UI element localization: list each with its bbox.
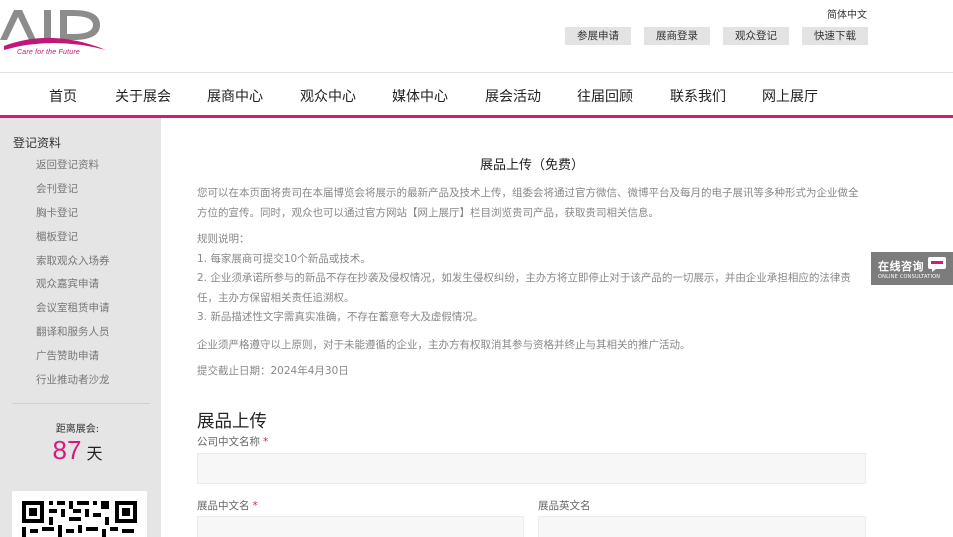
nav-item-home[interactable]: 首页 xyxy=(49,86,77,106)
required-mark: * xyxy=(252,500,258,512)
rule-item: 2. 企业须承诺所参与的新品不存在抄袭及侵权情况，如发生侵权纠纷，主办方将立即停… xyxy=(197,272,851,304)
exhibitor-login-button[interactable]: 展商登录 xyxy=(644,27,710,45)
countdown-label: 距离展会: xyxy=(55,424,100,435)
exhibit-apply-button[interactable]: 参展申请 xyxy=(565,27,631,45)
rule-item: 1. 每家展商可提交10个新品或技术。 xyxy=(197,253,371,265)
product-en-label: 展品英文名 xyxy=(538,500,591,512)
form-title: 展品上传 xyxy=(197,412,267,432)
main-nav: 首页 关于展会 展商中心 观众中心 媒体中心 展会活动 往届回顾 联系我们 网上… xyxy=(0,73,953,115)
logo-tagline: Care for the Future xyxy=(17,49,80,56)
visitor-register-button[interactable]: 观众登记 xyxy=(723,27,789,45)
consult-label-cn: 在线咨询 xyxy=(878,260,924,273)
qr-code xyxy=(12,491,147,537)
sidebar-title: 登记资料 xyxy=(13,136,62,150)
page-title: 展品上传（免费） xyxy=(479,158,584,173)
sidebar-list: 返回登记资料 会刊登记 胸卡登记 楣板登记 索取观众入场券 观众嘉宾申请 会议室… xyxy=(36,158,110,397)
company-cn-label: 公司中文名称 * xyxy=(197,434,268,449)
sidebar-item-vip-guest[interactable]: 观众嘉宾申请 xyxy=(36,277,110,301)
sidebar-item-translation[interactable]: 翻译和服务人员 xyxy=(36,325,110,349)
site-header: Care for the Future 简体中文 参展申请 展商登录 观众登记 … xyxy=(0,0,953,72)
sidebar-item-meeting-room[interactable]: 会议室租赁申请 xyxy=(36,301,110,325)
nav-item-exhibitor-center[interactable]: 展商中心 xyxy=(207,86,263,106)
company-cn-label-text: 公司中文名称 xyxy=(197,436,260,448)
sidebar-item-sponsorship[interactable]: 广告赞助申请 xyxy=(36,349,110,373)
rule-item: 3. 新品描述性文字需真实准确，不存在蓄意夸大及虚假情况。 xyxy=(197,311,484,323)
product-cn-label: 展品中文名 * xyxy=(197,498,258,513)
sidebar-item-tickets[interactable]: 索取观众入场券 xyxy=(36,254,110,278)
nav-item-events[interactable]: 展会活动 xyxy=(485,86,541,106)
company-cn-input[interactable] xyxy=(197,453,866,484)
required-mark: * xyxy=(263,436,269,448)
sidebar: 登记资料 返回登记资料 会刊登记 胸卡登记 楣板登记 索取观众入场券 观众嘉宾申… xyxy=(0,118,161,537)
nav-item-visitor-center[interactable]: 观众中心 xyxy=(300,86,356,106)
chat-bubble-icon xyxy=(928,257,946,272)
notice-text: 企业须严格遵守以上原则，对于未能遵循的企业，主办方有权取消其参与资格并终止与其相… xyxy=(197,339,691,351)
top-button-group: 参展申请 展商登录 观众登记 快速下载 xyxy=(565,27,868,45)
quick-download-button[interactable]: 快速下载 xyxy=(802,27,868,45)
consult-label-en: ONLINE CONSULTATION xyxy=(878,274,941,280)
nav-item-online-hall[interactable]: 网上展厅 xyxy=(762,86,818,106)
nav-item-about[interactable]: 关于展会 xyxy=(115,86,171,106)
sidebar-divider xyxy=(12,403,150,404)
sidebar-item-fascia[interactable]: 楣板登记 xyxy=(36,230,110,254)
qr-code-icon xyxy=(22,501,137,537)
countdown-value: 87 xyxy=(52,435,82,465)
countdown-unit: 天 xyxy=(86,444,103,463)
online-consultation-widget[interactable]: 在线咨询 ONLINE CONSULTATION xyxy=(871,252,953,285)
sidebar-item-salon[interactable]: 行业推动者沙龙 xyxy=(36,373,110,397)
countdown: 87 天 xyxy=(0,435,161,466)
product-cn-input[interactable] xyxy=(197,516,524,537)
sidebar-item-catalog[interactable]: 会刊登记 xyxy=(36,182,110,206)
nav-item-contact[interactable]: 联系我们 xyxy=(670,86,726,106)
intro-text: 您可以在本页面将贵司在本届博览会将展示的最新产品及技术上传，组委会将通过官方微信… xyxy=(197,187,859,219)
product-cn-label-text: 展品中文名 xyxy=(197,500,250,512)
sidebar-item-badge[interactable]: 胸卡登记 xyxy=(36,206,110,230)
sidebar-item-back[interactable]: 返回登记资料 xyxy=(36,158,110,182)
language-switch[interactable]: 简体中文 xyxy=(827,6,867,21)
nav-item-media-center[interactable]: 媒体中心 xyxy=(392,86,448,106)
rules-heading: 规则说明： xyxy=(197,233,250,245)
nav-item-past-review[interactable]: 往届回顾 xyxy=(577,86,633,106)
site-logo[interactable]: Care for the Future xyxy=(0,0,110,62)
product-en-input[interactable] xyxy=(538,516,866,537)
deadline-text: 提交截止日期：2024年4月30日 xyxy=(197,365,349,377)
